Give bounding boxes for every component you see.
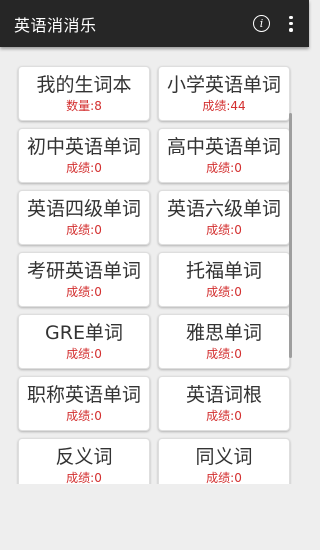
- card-title: 高中英语单词: [166, 136, 281, 158]
- card-title: 小学英语单词: [166, 74, 281, 96]
- card-score: 成绩:0: [66, 471, 102, 484]
- card-title: 同义词: [195, 446, 253, 468]
- card-score: 成绩:0: [66, 285, 102, 299]
- card-score: 成绩:0: [66, 347, 102, 361]
- card-score: 数量:8: [66, 99, 102, 113]
- card-score: 成绩:0: [66, 409, 102, 423]
- card-antonyms[interactable]: 反义词 成绩:0: [18, 438, 150, 484]
- card-word-roots[interactable]: 英语词根 成绩:0: [158, 376, 290, 431]
- card-title: 初中英语单词: [26, 136, 141, 158]
- card-title: 反义词: [55, 446, 113, 468]
- word-list-grid-area[interactable]: 我的生词本 数量:8 小学英语单词 成绩:44 初中英语单词 成绩:0 高中英语…: [0, 47, 309, 484]
- info-icon[interactable]: i: [253, 15, 270, 32]
- card-cet4-words[interactable]: 英语四级单词 成绩:0: [18, 190, 150, 245]
- category-grid: 我的生词本 数量:8 小学英语单词 成绩:44 初中英语单词 成绩:0 高中英语…: [18, 66, 292, 484]
- card-score: 成绩:0: [206, 161, 242, 175]
- card-title: 考研英语单词: [26, 260, 141, 282]
- card-senior-high-words[interactable]: 高中英语单词 成绩:0: [158, 128, 290, 183]
- card-score: 成绩:44: [202, 99, 246, 113]
- card-title: 我的生词本: [36, 74, 132, 96]
- card-title: 职称英语单词: [26, 384, 141, 406]
- card-title: 英语词根: [185, 384, 262, 406]
- card-score: 成绩:0: [66, 223, 102, 237]
- card-synonyms[interactable]: 同义词 成绩:0: [158, 438, 290, 484]
- card-cet6-words[interactable]: 英语六级单词 成绩:0: [158, 190, 290, 245]
- card-primary-school-words[interactable]: 小学英语单词 成绩:44: [158, 66, 290, 121]
- card-score: 成绩:0: [206, 347, 242, 361]
- card-my-wordbook[interactable]: 我的生词本 数量:8: [18, 66, 150, 121]
- card-title: GRE单词: [45, 322, 123, 344]
- card-score: 成绩:0: [206, 409, 242, 423]
- app-title: 英语消消乐: [14, 15, 97, 35]
- card-toefl-words[interactable]: 托福单词 成绩:0: [158, 252, 290, 307]
- card-title: 英语四级单词: [26, 198, 141, 220]
- card-ielts-words[interactable]: 雅思单词 成绩:0: [158, 314, 290, 369]
- card-score: 成绩:0: [66, 161, 102, 175]
- card-postgrad-words[interactable]: 考研英语单词 成绩:0: [18, 252, 150, 307]
- card-gre-words[interactable]: GRE单词 成绩:0: [18, 314, 150, 369]
- card-professional-title-words[interactable]: 职称英语单词 成绩:0: [18, 376, 150, 431]
- card-junior-high-words[interactable]: 初中英语单词 成绩:0: [18, 128, 150, 183]
- scrollbar[interactable]: [289, 113, 292, 358]
- card-title: 英语六级单词: [166, 198, 281, 220]
- card-title: 雅思单词: [185, 322, 262, 344]
- card-score: 成绩:0: [206, 285, 242, 299]
- card-score: 成绩:0: [206, 471, 242, 484]
- more-options-icon[interactable]: [285, 14, 297, 34]
- card-score: 成绩:0: [206, 223, 242, 237]
- app-bar: 英语消消乐 i: [0, 0, 309, 47]
- card-title: 托福单词: [185, 260, 262, 282]
